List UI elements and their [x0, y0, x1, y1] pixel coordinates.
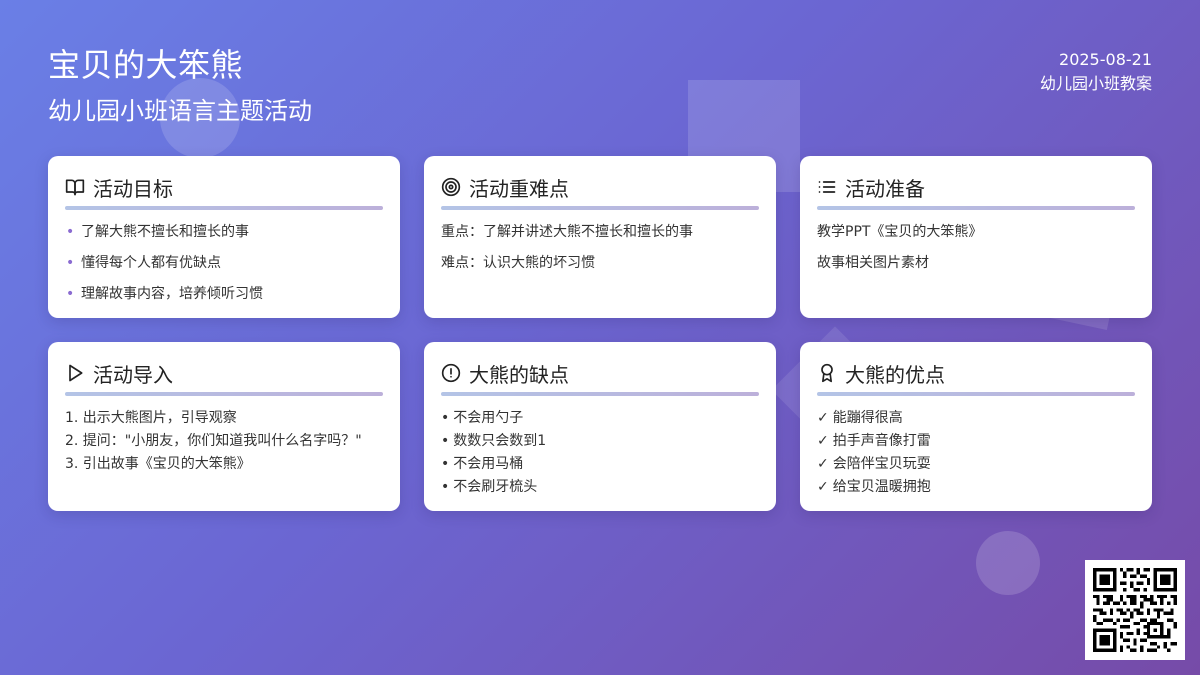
list-item: 故事相关图片素材	[817, 255, 929, 271]
keypoints-list: 重点：了解并讲述大熊不擅长和擅长的事 难点：认识大熊的坏习惯	[441, 222, 759, 273]
decor-circle	[976, 531, 1040, 595]
doc-type-label: 幼儿园小班教案	[1039, 74, 1152, 93]
list-item: • 不会用马桶	[441, 456, 524, 472]
card-keypoints: 活动重难点 重点：了解并讲述大熊不擅长和擅长的事 难点：认识大熊的坏习惯	[424, 156, 776, 318]
qr-code[interactable]	[1085, 560, 1185, 660]
list-item: ✓ 能蹦得很高	[817, 410, 903, 426]
header-meta: 2025-08-21 幼儿园小班教案	[1040, 48, 1152, 96]
card-weaknesses: 大熊的缺点 • 不会用勺子 • 数数只会数到1 • 不会用马桶 • 不会刷牙梳头	[424, 342, 776, 511]
title-underline	[441, 206, 759, 210]
card-title: 活动准备	[845, 176, 925, 201]
list-item: ✓ 会陪伴宝贝玩耍	[817, 456, 931, 472]
target-icon	[441, 177, 461, 197]
alert-circle-icon	[441, 363, 461, 383]
page-header: 宝贝的大笨熊 幼儿园小班语言主题活动	[48, 44, 312, 128]
list-item: • 不会用勺子	[441, 410, 524, 426]
list-item: 了解大熊不擅长和擅长的事	[65, 222, 383, 242]
title-underline	[817, 206, 1135, 210]
play-icon	[65, 363, 85, 383]
bullet-marker: •	[441, 433, 450, 449]
list-item: 理解故事内容，培养倾听习惯	[65, 284, 383, 304]
card-strengths: 大熊的优点 ✓ 能蹦得很高 ✓ 拍手声音像打雷 ✓ 会陪伴宝贝玩耍 ✓ 给宝贝温暖拥抱	[800, 342, 1152, 511]
check-marker: ✓	[817, 456, 829, 472]
title-underline	[441, 392, 759, 396]
list-item: 难点：认识大熊的坏习惯	[441, 255, 595, 271]
card-preparation: 活动准备 教学PPT《宝贝的大笨熊》 故事相关图片素材	[800, 156, 1152, 318]
strength-list: ✓ 能蹦得很高 ✓ 拍手声音像打雷 ✓ 会陪伴宝贝玩耍 ✓ 给宝贝温暖拥抱	[817, 408, 1135, 497]
bullet-marker: •	[441, 410, 450, 426]
list-item: 3. 引出故事《宝贝的大笨熊》	[65, 456, 251, 472]
card-goals: 活动目标 了解大熊不擅长和擅长的事 懂得每个人都有优缺点 理解故事内容，培养倾听…	[48, 156, 400, 318]
card-title: 大熊的缺点	[469, 362, 569, 387]
list-item: • 不会刷牙梳头	[441, 479, 538, 495]
weakness-list: • 不会用勺子 • 数数只会数到1 • 不会用马桶 • 不会刷牙梳头	[441, 408, 759, 497]
qr-code-icon	[1093, 568, 1177, 652]
page-subtitle: 幼儿园小班语言主题活动	[48, 97, 312, 125]
list-item: ✓ 给宝贝温暖拥抱	[817, 479, 931, 495]
intro-list: 1. 出示大熊图片，引导观察 2. 提问："小朋友，你们知道我叫什么名字吗？" …	[65, 408, 383, 474]
date-label: 2025-08-21	[1059, 50, 1152, 69]
list-item: • 数数只会数到1	[441, 433, 547, 449]
title-underline	[817, 392, 1135, 396]
list-icon	[817, 177, 837, 197]
prep-list: 教学PPT《宝贝的大笨熊》 故事相关图片素材	[817, 222, 1135, 273]
book-open-icon	[65, 177, 85, 197]
card-title: 活动导入	[93, 362, 173, 387]
bullet-marker: •	[441, 479, 450, 495]
card-title: 活动重难点	[469, 176, 569, 201]
list-item: ✓ 拍手声音像打雷	[817, 433, 931, 449]
list-item: 2. 提问："小朋友，你们知道我叫什么名字吗？"	[65, 433, 362, 449]
card-intro: 活动导入 1. 出示大熊图片，引导观察 2. 提问："小朋友，你们知道我叫什么名…	[48, 342, 400, 511]
check-marker: ✓	[817, 410, 829, 426]
list-item: 懂得每个人都有优缺点	[65, 253, 383, 273]
title-underline	[65, 206, 383, 210]
list-item: 重点：了解并讲述大熊不擅长和擅长的事	[441, 224, 693, 240]
card-title: 大熊的优点	[845, 362, 945, 387]
card-title: 活动目标	[93, 176, 173, 201]
check-marker: ✓	[817, 433, 829, 449]
award-icon	[817, 363, 837, 383]
check-marker: ✓	[817, 479, 829, 495]
bullet-marker: •	[441, 456, 450, 472]
title-underline	[65, 392, 383, 396]
page-title: 宝贝的大笨熊	[48, 46, 244, 84]
list-item: 教学PPT《宝贝的大笨熊》	[817, 224, 983, 240]
goals-list: 了解大熊不擅长和擅长的事 懂得每个人都有优缺点 理解故事内容，培养倾听习惯	[65, 222, 383, 304]
list-item: 1. 出示大熊图片，引导观察	[65, 410, 237, 426]
